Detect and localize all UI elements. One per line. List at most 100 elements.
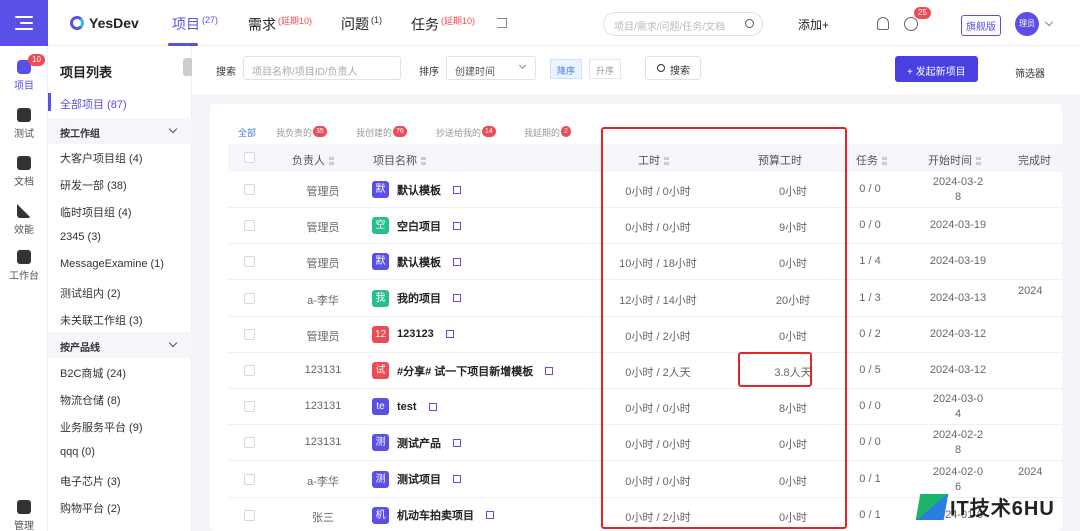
row-checkbox[interactable]: [244, 473, 255, 485]
subtab-all[interactable]: 全部: [238, 126, 256, 139]
list-item[interactable]: 购物平台 (2): [60, 500, 121, 516]
subtab-cc[interactable]: 抄送给我的 14: [436, 126, 496, 139]
filter-button[interactable]: 筛选器: [1015, 65, 1045, 80]
header-finish[interactable]: 完成时: [1018, 152, 1051, 168]
rail-item-efficiency[interactable]: 效能: [0, 204, 48, 236]
project-name-cell[interactable]: te test: [372, 398, 437, 416]
select-all-checkbox[interactable]: [244, 152, 255, 163]
rail-item-docs[interactable]: 文档: [0, 156, 48, 188]
rail-label: 工作台: [9, 271, 39, 282]
project-name-cell[interactable]: 12 123123: [372, 325, 454, 343]
row-checkbox[interactable]: [244, 220, 255, 232]
nav-tab-issues[interactable]: 问题 (1): [341, 14, 382, 34]
desc-toggle[interactable]: 降序: [550, 59, 583, 79]
row-checkbox[interactable]: [244, 509, 255, 521]
open-external-icon[interactable]: [453, 475, 461, 484]
new-project-button[interactable]: + 发起新项目: [895, 56, 978, 82]
project-name-cell[interactable]: 空空白项目: [372, 217, 461, 235]
open-external-icon[interactable]: [453, 185, 461, 194]
open-external-icon[interactable]: [453, 438, 461, 447]
add-button[interactable]: 添加+: [798, 16, 829, 33]
list-item[interactable]: 未关联工作组 (3): [60, 312, 143, 328]
select-value: 创建时间: [455, 67, 495, 78]
open-external-icon[interactable]: [453, 221, 461, 230]
logo[interactable]: YesDev: [70, 15, 139, 31]
row-checkbox[interactable]: [244, 184, 255, 195]
list-item[interactable]: 2345 (3): [60, 231, 101, 243]
row-checkbox[interactable]: [244, 292, 255, 304]
search-button[interactable]: 搜索: [645, 56, 701, 80]
list-item[interactable]: 测试组内 (2): [60, 285, 121, 301]
list-item[interactable]: B2C商城 (24): [60, 365, 126, 381]
date-line: 8: [954, 191, 962, 203]
header-tasks[interactable]: 任务: [856, 152, 887, 168]
list-item[interactable]: qqq (0): [60, 446, 95, 458]
list-item[interactable]: 物流仓储 (8): [60, 392, 121, 408]
row-checkbox[interactable]: [244, 437, 255, 449]
project-name[interactable]: 测试产品: [397, 435, 441, 451]
list-item[interactable]: 临时项目组 (4): [60, 204, 132, 220]
project-name-cell[interactable]: 默默认模板: [372, 253, 461, 271]
project-name[interactable]: 默认模板: [397, 254, 441, 270]
project-name-cell[interactable]: 试 #分享# 试一下项目新增模板: [372, 362, 554, 379]
row-checkbox[interactable]: [244, 365, 255, 376]
list-item[interactable]: 大客户项目组 (4): [60, 150, 143, 166]
group-header-work[interactable]: 按工作组: [48, 118, 192, 144]
left-rail: 10 项目 测试 文档 效能 工作台 管理: [0, 0, 48, 531]
header-owner[interactable]: 负责人: [292, 152, 334, 168]
nav-tab-requirements[interactable]: 需求 (延期10): [248, 14, 312, 35]
sort-select[interactable]: 创建时间: [446, 56, 536, 80]
list-item[interactable]: MessageExamine (1): [60, 258, 164, 270]
project-name-cell[interactable]: 测测试项目: [372, 470, 461, 488]
project-search-input[interactable]: 项目名称/项目ID/负责人: [243, 56, 401, 80]
project-name[interactable]: 测试项目: [397, 471, 441, 487]
asc-toggle[interactable]: 升序: [589, 59, 622, 79]
open-external-icon[interactable]: [428, 402, 437, 411]
project-name[interactable]: 我的项目: [397, 290, 441, 306]
subtab-mine[interactable]: 我负责的 35: [276, 126, 327, 139]
project-name-cell[interactable]: 我我的项目: [372, 289, 461, 307]
row-checkbox[interactable]: [244, 328, 255, 340]
avatar[interactable]: 理员: [1015, 12, 1039, 36]
all-projects-item[interactable]: 全部项目 (87): [60, 96, 127, 112]
project-name-cell[interactable]: 机机动车拍卖项目: [372, 506, 494, 524]
flagship-badge[interactable]: 旗舰版: [961, 15, 1001, 36]
rail-item-test[interactable]: 测试: [0, 108, 48, 140]
group-header-product[interactable]: 按产品线: [48, 332, 192, 358]
rail-item-project[interactable]: 10 项目: [0, 54, 48, 92]
rail-item-workbench[interactable]: 工作台: [0, 250, 48, 282]
header-name[interactable]: 项目名称: [373, 152, 426, 168]
nav-tab-tasks[interactable]: 任务 (延期10): [411, 14, 475, 35]
list-item[interactable]: 研发一部 (38): [60, 177, 127, 193]
list-item[interactable]: 业务服务平台 (9): [60, 419, 143, 435]
project-name-cell[interactable]: 默默认模板: [372, 181, 461, 198]
subtab-delayed[interactable]: 我延期的 2: [524, 126, 571, 139]
subtab-label: 全部: [238, 128, 257, 138]
clock-icon[interactable]: [904, 17, 918, 31]
row-checkbox[interactable]: [244, 401, 255, 413]
menu-toggle-button[interactable]: [0, 0, 48, 46]
list-item[interactable]: 电子芯片 (3): [60, 473, 121, 489]
subtab-created[interactable]: 我创建的 76: [356, 126, 407, 139]
header-start[interactable]: 开始时间: [928, 152, 981, 168]
rail-item-admin[interactable]: 管理: [0, 500, 48, 531]
open-external-icon[interactable]: [453, 294, 461, 303]
project-name[interactable]: 空白项目: [397, 218, 441, 234]
global-search-input[interactable]: 项目/需求/问题/任务/文档: [603, 12, 763, 36]
nav-tab-projects[interactable]: 项目 (27): [172, 14, 218, 34]
row-checkbox[interactable]: [244, 256, 255, 268]
bell-icon[interactable]: [877, 17, 889, 30]
project-name[interactable]: #分享# 试一下项目新增模板: [397, 363, 533, 379]
open-external-icon[interactable]: [545, 366, 554, 375]
open-external-icon[interactable]: [486, 511, 494, 520]
project-name[interactable]: test: [397, 401, 417, 413]
project-name-cell[interactable]: 测测试产品: [372, 434, 461, 452]
project-name[interactable]: 123123: [397, 328, 434, 340]
open-external-icon[interactable]: [497, 18, 507, 28]
project-name[interactable]: 机动车拍卖项目: [397, 507, 474, 523]
open-external-icon[interactable]: [445, 330, 454, 339]
rail-label: 文档: [14, 177, 34, 188]
project-name[interactable]: 默认模板: [397, 182, 441, 198]
open-external-icon[interactable]: [453, 257, 461, 266]
chevron-down-icon[interactable]: [1044, 17, 1054, 27]
